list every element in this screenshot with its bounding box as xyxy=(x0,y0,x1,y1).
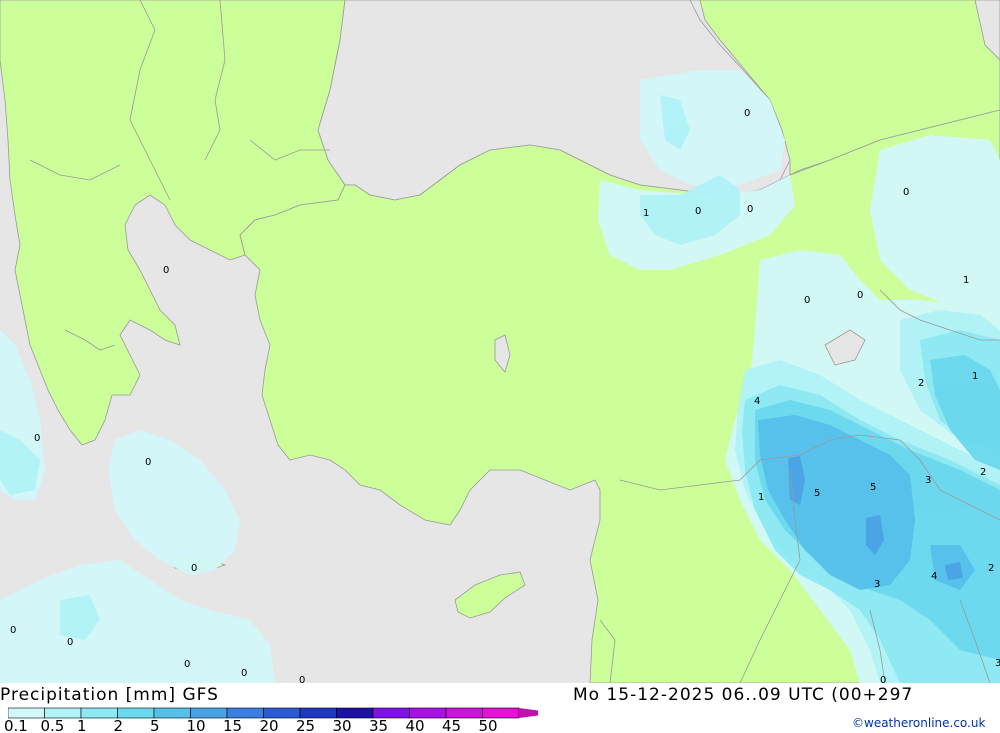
marker-2: 2 xyxy=(988,563,994,574)
legend-label: 25 xyxy=(296,717,316,733)
legend-label: 50 xyxy=(478,717,498,733)
legend-label: 15 xyxy=(223,717,243,733)
legend-label: 5 xyxy=(150,717,160,733)
credit-link[interactable]: ©weatheronline.co.uk xyxy=(852,716,985,730)
legend-label: 30 xyxy=(332,717,352,733)
marker-0: 0 xyxy=(744,108,750,119)
marker-2: 2 xyxy=(980,467,986,478)
precipitation-map: 0 0 0 0 1 0 0 0 1 0 0 4 2 1 1 5 5 3 2 3 … xyxy=(0,0,1000,683)
legend-label: 20 xyxy=(259,717,279,733)
marker-0: 0 xyxy=(804,295,810,306)
legend-label: 40 xyxy=(405,717,425,733)
marker-0: 0 xyxy=(34,433,40,444)
marker-0: 0 xyxy=(67,637,73,648)
marker-1: 1 xyxy=(963,275,969,286)
marker-3: 3 xyxy=(925,475,931,486)
map-title: Precipitation [mm] GFS xyxy=(0,685,219,705)
legend-label: 0.1 xyxy=(4,717,28,733)
marker-0: 0 xyxy=(903,187,909,198)
valid-time: Mo 15-12-2025 06..09 UTC (00+297 xyxy=(573,685,914,705)
marker-0: 0 xyxy=(163,265,169,276)
marker-4: 4 xyxy=(754,396,760,407)
marker-0: 0 xyxy=(857,290,863,301)
marker-1: 1 xyxy=(972,371,978,382)
marker-3: 3 xyxy=(995,658,1000,669)
legend-label: 35 xyxy=(369,717,389,733)
legend-label: 0.5 xyxy=(40,717,65,733)
legend-arrow xyxy=(519,708,538,718)
legend-labels: 0.1 0.5 1 2 5 10 15 20 25 30 35 40 45 50 xyxy=(0,719,520,733)
marker-0: 0 xyxy=(184,659,190,670)
map-footer: Precipitation [mm] GFS Mo 15-12-2025 06.… xyxy=(0,683,1000,733)
marker-1: 1 xyxy=(758,492,764,503)
marker-0: 0 xyxy=(747,204,753,215)
marker-5: 5 xyxy=(870,482,876,493)
marker-1: 1 xyxy=(643,208,649,219)
marker-0: 0 xyxy=(299,675,305,683)
legend-label: 2 xyxy=(113,717,124,733)
legend-label: 10 xyxy=(186,717,206,733)
legend-label: 1 xyxy=(77,717,87,733)
legend-label: 45 xyxy=(442,717,462,733)
marker-0: 0 xyxy=(145,457,151,468)
marker-0: 0 xyxy=(191,563,197,574)
marker-4: 4 xyxy=(931,571,937,582)
marker-0: 0 xyxy=(241,668,247,679)
marker-5: 5 xyxy=(814,488,820,499)
marker-3: 3 xyxy=(874,579,880,590)
weather-map-app: 0 0 0 0 1 0 0 0 1 0 0 4 2 1 1 5 5 3 2 3 … xyxy=(0,0,1000,733)
marker-0: 0 xyxy=(10,625,16,636)
marker-0: 0 xyxy=(880,675,886,683)
marker-0: 0 xyxy=(695,206,701,217)
marker-2: 2 xyxy=(918,378,924,389)
